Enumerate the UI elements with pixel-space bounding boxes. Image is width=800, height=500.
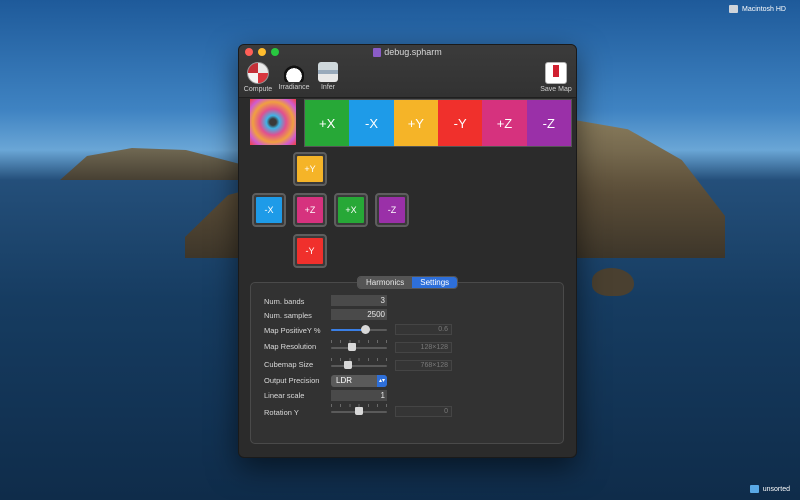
slider-ticks [331,358,387,361]
slider-track [331,365,387,367]
app-window: debug.spharm Compute Irradiance Infer Sa… [238,44,577,458]
cross-face-nx-label: -X [256,197,282,223]
cubemap-size-value: 768×128 [395,360,452,371]
save-map-icon [545,62,567,84]
map-positive-y-slider[interactable] [331,324,387,336]
tab-harmonics[interactable]: Harmonics [358,277,413,288]
map-positive-y-value: 0.6 [395,324,452,335]
cross-face-nz[interactable]: -Z [375,193,409,227]
num-samples-label: Num. samples [264,311,312,320]
irradiance-button[interactable]: Irradiance [277,62,311,91]
cross-face-pz[interactable]: +Z [293,193,327,227]
macintosh-hd-label: Macintosh HD [742,5,786,13]
cross-face-px[interactable]: +X [334,193,368,227]
macintosh-hd-icon[interactable]: Macintosh HD [729,5,786,13]
window-title: debug.spharm [239,47,576,58]
map-resolution-slider[interactable] [331,340,387,354]
save-map-button[interactable]: Save Map [538,62,574,93]
infer-button[interactable]: Infer [311,62,345,91]
cross-face-nx[interactable]: -X [252,193,286,227]
slider-knob[interactable] [343,361,352,369]
face-strip-nz: -Z [526,100,571,146]
infer-label: Infer [320,84,335,91]
face-strip-pz: +Z [482,100,527,146]
output-precision-label: Output Precision [264,376,320,385]
cubemap-size-label: Cubemap Size [264,360,314,369]
unsorted-folder[interactable]: unsorted [749,485,790,493]
chevron-updown-icon: ▴▾ [377,375,387,387]
cross-face-py-label: +Y [297,156,323,182]
output-precision-value: LDR [336,376,353,385]
tab-settings[interactable]: Settings [412,277,458,288]
titlebar-toolbar: debug.spharm Compute Irradiance Infer Sa… [239,45,576,98]
slider-knob[interactable] [355,407,363,415]
folder-icon [749,485,759,493]
slider-knob[interactable] [348,343,357,351]
cross-face-ny-label: -Y [297,238,323,264]
rotation-y-value: 0 [395,406,452,417]
desktop-rock [592,268,634,296]
map-positive-y-label: Map PositiveY % [264,326,321,335]
irradiance-label: Irradiance [278,84,310,91]
num-samples-field[interactable]: 2500 [331,309,387,320]
compute-button[interactable]: Compute [241,62,275,93]
linear-scale-label: Linear scale [264,391,305,400]
cross-face-ny[interactable]: -Y [293,234,327,268]
rotation-y-label: Rotation Y [264,408,299,417]
cross-face-nz-label: -Z [379,197,405,223]
save-map-label: Save Map [540,86,572,93]
document-icon [373,48,382,58]
hard-drive-icon [729,5,739,13]
num-bands-label: Num. bands [264,297,305,306]
output-precision-select[interactable]: LDR ▴▾ [331,375,387,387]
window-title-text: debug.spharm [384,47,442,57]
desktop-island-left [60,148,240,180]
tab-control: Harmonics Settings [357,276,459,289]
map-resolution-label: Map Resolution [264,342,317,351]
irradiance-icon [284,62,304,82]
cubemap-face-strip: +X -X +Y -Y +Z -Z [304,99,572,147]
map-resolution-value: 128×128 [395,342,452,353]
face-strip-px: +X [305,100,350,146]
infer-icon [318,62,338,82]
unsorted-folder-label: unsorted [762,485,790,493]
slider-ticks [331,340,387,343]
face-strip-py: +Y [393,100,438,146]
rotation-y-slider[interactable] [331,404,387,418]
compute-label: Compute [243,86,273,93]
num-bands-field[interactable]: 3 [331,295,387,306]
linear-scale-field[interactable]: 1 [331,390,387,401]
cubemap-size-slider[interactable] [331,358,387,372]
cross-face-py[interactable]: +Y [293,152,327,186]
face-strip-nx: -X [349,100,394,146]
face-strip-ny: -Y [437,100,483,146]
cross-face-px-label: +X [338,197,364,223]
slider-knob[interactable] [360,325,370,334]
cross-face-pz-label: +Z [297,197,323,223]
spherical-map-preview [250,99,296,145]
slider-track [331,347,387,349]
slider-fill [331,329,365,331]
compute-icon [247,62,269,84]
settings-panel: Num. bands 3 Num. samples 2500 Map Posit… [250,282,564,444]
